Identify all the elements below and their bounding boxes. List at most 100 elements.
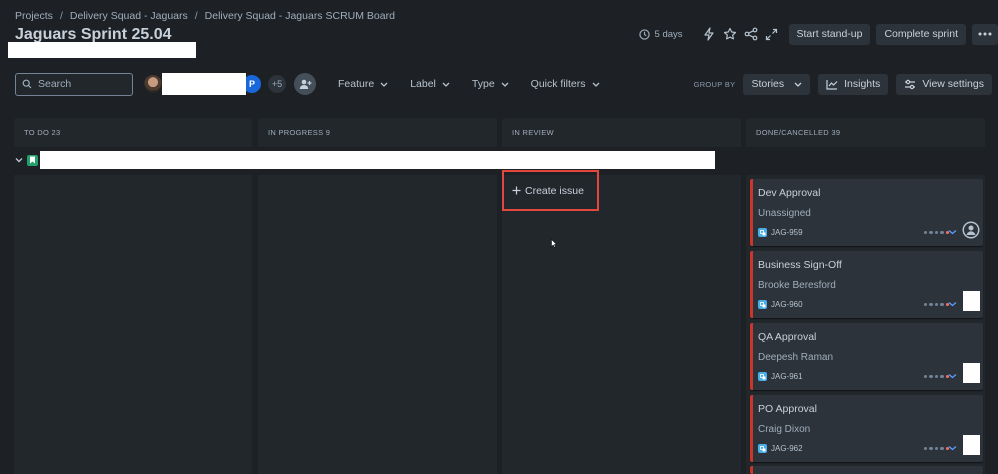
- start-standup-button[interactable]: Start stand-up: [788, 23, 871, 45]
- automation-button[interactable]: [699, 24, 719, 44]
- lightning-icon: [703, 27, 714, 41]
- story-points-dots: [923, 230, 949, 234]
- settings-sliders-icon: [905, 79, 916, 89]
- chevron-down-icon: [794, 82, 802, 87]
- view-settings-button[interactable]: View settings: [896, 73, 992, 95]
- card-title: PO Approval: [758, 403, 817, 415]
- filter-feature[interactable]: Feature: [338, 78, 388, 90]
- more-icon: [978, 32, 992, 36]
- search-input[interactable]: [38, 78, 128, 90]
- create-issue-label: Create issue: [525, 184, 584, 197]
- insights-button[interactable]: Insights: [818, 73, 889, 95]
- add-people-button[interactable]: [294, 73, 316, 95]
- create-issue-button[interactable]: Create issue: [502, 170, 599, 211]
- card-assignee: Unassigned: [758, 208, 811, 219]
- filter-type-label: Type: [471, 78, 495, 90]
- card-key[interactable]: JAG-961: [771, 372, 803, 381]
- swimlane-header[interactable]: [15, 152, 38, 168]
- column-in-progress: [258, 175, 497, 474]
- redacted-story-title: [40, 151, 715, 169]
- issue-card[interactable]: QA Approval Deepesh Raman JAG-961: [750, 323, 983, 390]
- breadcrumb-separator: /: [194, 10, 198, 22]
- priority-low-icon: [948, 229, 957, 235]
- card-key[interactable]: JAG-960: [771, 300, 803, 309]
- card-title: Business Sign-Off: [758, 259, 842, 271]
- sprint-time-remaining[interactable]: 5 days: [638, 28, 683, 40]
- chevron-down-icon: [592, 82, 599, 87]
- days-remaining-label: 5 days: [654, 28, 683, 40]
- chart-line-icon: [826, 79, 838, 90]
- assignee-avatar-redacted[interactable]: [963, 435, 980, 455]
- card-key[interactable]: JAG-962: [771, 444, 803, 453]
- card-assignee: Brooke Beresford: [758, 280, 836, 291]
- breadcrumb-board[interactable]: Delivery Squad - Jaguars SCRUM Board: [205, 10, 395, 22]
- filter-quick-filters-label: Quick filters: [530, 78, 586, 90]
- issue-card[interactable]: Dev Approval Unassigned JAG-959: [750, 179, 983, 246]
- board-view-tools: GROUP BY Stories Insights View settings: [693, 73, 992, 95]
- card-key[interactable]: JAG-959: [771, 228, 803, 237]
- filter-label[interactable]: Label: [410, 78, 450, 90]
- filter-type[interactable]: Type: [472, 78, 509, 90]
- filter-quick-filters[interactable]: Quick filters: [531, 78, 600, 90]
- card-title: Dev Approval: [758, 187, 821, 199]
- fullscreen-button[interactable]: [762, 24, 782, 44]
- group-by-value: Stories: [751, 78, 785, 90]
- card-footer: JAG-960: [758, 300, 803, 309]
- card-title: QA Approval: [758, 331, 817, 343]
- issue-card-partial[interactable]: [750, 466, 983, 474]
- issue-card[interactable]: Business Sign-Off Brooke Beresford JAG-9…: [750, 251, 983, 318]
- chevron-down-icon: [442, 82, 450, 87]
- column-header-in-progress: IN PROGRESS 9: [258, 118, 497, 147]
- insights-label: Insights: [844, 78, 881, 90]
- filter-label-label: Label: [410, 78, 436, 90]
- share-icon: [744, 27, 757, 41]
- subtask-icon: [758, 372, 767, 381]
- header-actions: 5 days Start stand-up Complete sprint: [638, 23, 998, 45]
- star-button[interactable]: [720, 24, 740, 44]
- search-icon: [22, 79, 32, 89]
- mouse-cursor-icon: [551, 239, 557, 248]
- breadcrumb-project[interactable]: Delivery Squad - Jaguars: [70, 10, 188, 22]
- card-footer: JAG-959: [758, 228, 803, 237]
- card-footer: JAG-961: [758, 372, 803, 381]
- more-avatars-button[interactable]: +5: [266, 73, 288, 95]
- more-actions-button[interactable]: [972, 23, 998, 45]
- issue-card[interactable]: PO Approval Craig Dixon JAG-962: [750, 395, 983, 462]
- breadcrumb-projects[interactable]: Projects: [15, 10, 53, 22]
- avatar[interactable]: [142, 73, 164, 95]
- redacted-sprint-goal: [8, 42, 196, 58]
- assignee-avatar-redacted[interactable]: [963, 291, 980, 311]
- search-box[interactable]: [15, 72, 133, 96]
- story-points-dots: [923, 302, 949, 306]
- story-points-dots: [923, 374, 949, 378]
- column-in-review: [502, 175, 741, 474]
- subtask-icon: [758, 300, 767, 309]
- plus-icon: [512, 186, 521, 195]
- story-points-dots: [923, 446, 949, 450]
- filter-feature-label: Feature: [338, 78, 375, 90]
- priority-low-icon: [948, 445, 957, 451]
- redacted-avatars: [162, 73, 246, 95]
- chevron-down-icon: [380, 82, 388, 87]
- subtask-icon: [758, 228, 767, 237]
- complete-sprint-button[interactable]: Complete sprint: [876, 23, 966, 45]
- star-icon: [723, 27, 736, 40]
- column-header-done: DONE/CANCELLED 39: [746, 118, 985, 147]
- column-todo: [14, 175, 252, 474]
- story-icon: [27, 154, 38, 166]
- assignee-avatars: P +5: [142, 73, 288, 95]
- breadcrumb: Projects / Delivery Squad - Jaguars / De…: [15, 10, 395, 22]
- breadcrumb-separator: /: [59, 10, 63, 22]
- card-assignee: Craig Dixon: [758, 424, 811, 435]
- chevron-down-icon: [15, 158, 23, 163]
- priority-low-icon: [948, 373, 957, 379]
- share-button[interactable]: [741, 24, 761, 44]
- group-by-dropdown[interactable]: Stories: [743, 73, 811, 95]
- assignee-avatar-redacted[interactable]: [963, 363, 980, 383]
- unassigned-avatar-icon[interactable]: [962, 221, 980, 239]
- clock-icon: [638, 28, 650, 40]
- group-by-label: GROUP BY: [693, 79, 736, 89]
- chevron-down-icon: [501, 82, 509, 87]
- subtask-icon: [758, 444, 767, 453]
- column-header-todo: TO DO 23: [14, 118, 252, 147]
